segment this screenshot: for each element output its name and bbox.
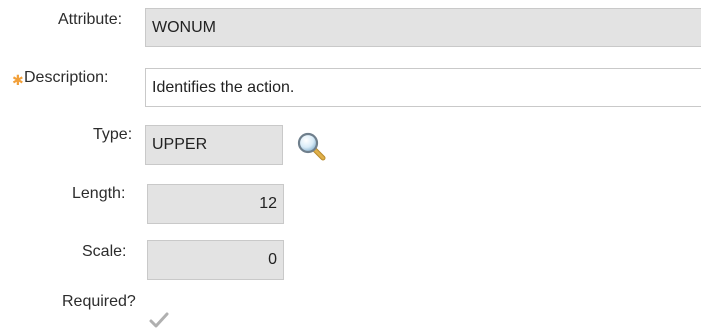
scale-label: Scale: <box>82 243 127 260</box>
type-field[interactable]: UPPER <box>145 125 283 165</box>
length-field[interactable]: 12 <box>147 184 284 224</box>
checkmark-icon <box>149 312 169 328</box>
attribute-details-form: Attribute: WONUM ✱ Description: Identifi… <box>0 0 701 334</box>
attribute-label: Attribute: <box>58 11 123 28</box>
description-field[interactable]: Identifies the action. <box>145 68 701 107</box>
required-checkbox[interactable] <box>145 306 173 334</box>
type-label: Type: <box>93 126 133 143</box>
required-star-icon: ✱ <box>12 72 24 88</box>
magnifier-icon[interactable] <box>296 131 326 161</box>
attribute-field[interactable]: WONUM <box>145 8 701 47</box>
description-label: Description: <box>24 69 109 86</box>
scale-field[interactable]: 0 <box>147 240 284 280</box>
length-label: Length: <box>72 185 126 202</box>
required-label: Required? <box>62 293 136 310</box>
